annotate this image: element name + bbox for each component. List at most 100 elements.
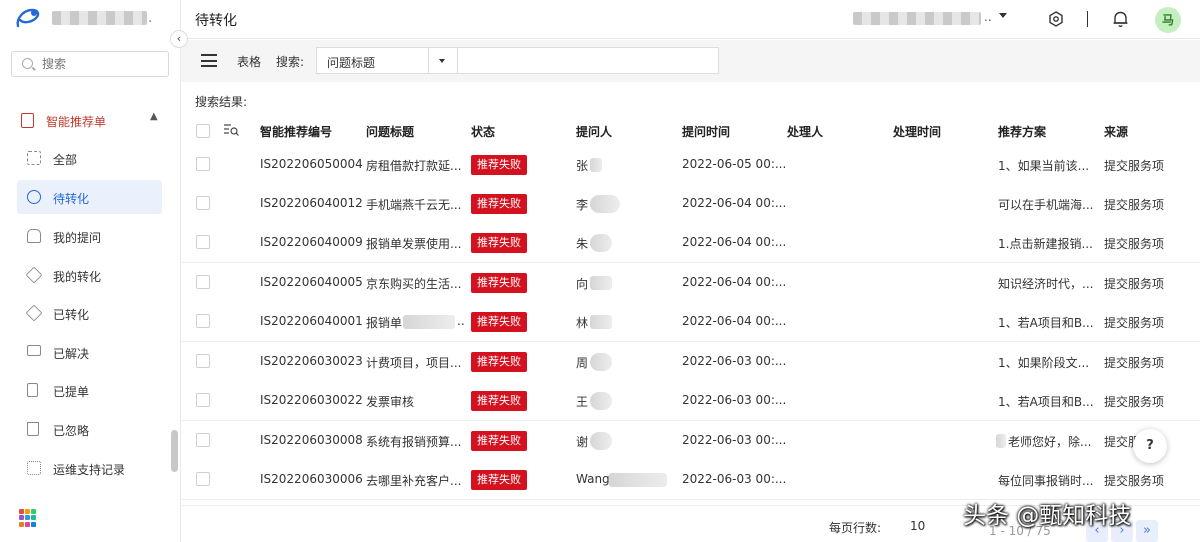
cell-title[interactable]: 去哪里补充客户... xyxy=(366,472,461,489)
sidebar-scrollbar[interactable] xyxy=(171,430,178,472)
cell-title[interactable]: 京东购买的生活... xyxy=(366,275,461,292)
sidebar-item-label: 我的提问 xyxy=(53,231,102,245)
table-row[interactable]: IS202206040009 报销单发票使用... 推荐失败 朱 2022-06… xyxy=(181,223,1200,263)
cell-ask-time: 2022-06-03 00:... xyxy=(682,393,787,407)
search-field-select[interactable]: 问题标题 xyxy=(316,47,457,74)
avatar[interactable]: 马 xyxy=(1155,7,1181,33)
apps-icon[interactable] xyxy=(19,509,37,527)
sidebar-item-label: 全部 xyxy=(53,153,78,167)
row-checkbox[interactable] xyxy=(196,393,210,407)
row-checkbox[interactable] xyxy=(196,235,210,249)
select-all-checkbox[interactable] xyxy=(196,124,210,138)
sidebar-item-ops-support[interactable]: 运维支持记录 xyxy=(17,451,162,485)
cell-asker: 谢 xyxy=(576,435,589,449)
rows-per-page-select[interactable]: 10 xyxy=(910,519,925,533)
cell-title[interactable]: 报销单 xyxy=(366,314,402,331)
cell-source: 提交服务项 xyxy=(1104,474,1165,488)
column-header-ask-time[interactable]: 提问时间 xyxy=(682,123,730,140)
column-header-source[interactable]: 来源 xyxy=(1104,123,1128,140)
status-badge: 推荐失败 xyxy=(471,155,527,175)
collapse-sidebar-button[interactable]: ‹ xyxy=(170,30,188,48)
cell-ask-time: 2022-06-03 00:... xyxy=(682,472,787,486)
column-header-id[interactable]: 智能推荐编号 xyxy=(260,123,332,140)
column-filter-icon[interactable] xyxy=(224,123,240,137)
sidebar-search-input[interactable] xyxy=(42,55,162,73)
cell-ask-time: 2022-06-04 00:... xyxy=(682,196,787,210)
row-checkbox[interactable] xyxy=(196,433,210,447)
cell-source: 提交服务项 xyxy=(1104,159,1165,173)
cell-id: IS202206030022 xyxy=(260,393,363,407)
sidebar-item-resolved[interactable]: 已解决 xyxy=(17,335,162,369)
sidebar-item-converted[interactable]: 已转化 xyxy=(17,296,162,330)
cell-id: IS202206030008 xyxy=(260,433,363,447)
cell-title[interactable]: 计费项目，项目... xyxy=(366,354,461,371)
column-header-title[interactable]: 问题标题 xyxy=(366,123,414,140)
status-badge: 推荐失败 xyxy=(471,273,527,293)
table-row[interactable]: IS202206040001 报销单 .. 推荐失败 林 2022-06-04 … xyxy=(181,302,1200,342)
table-row[interactable]: IS202206030022 发票审核 推荐失败 王 2022-06-03 00… xyxy=(181,381,1200,421)
caret-down-icon[interactable] xyxy=(439,59,445,63)
chevron-up-icon[interactable]: ▲ xyxy=(150,111,158,122)
solution-blur xyxy=(996,434,1006,448)
asker-blur xyxy=(609,473,667,487)
cell-solution: 每位同事报销时... xyxy=(998,474,1094,488)
cell-title[interactable]: 房租借款打款延... xyxy=(366,157,461,174)
cell-ask-time: 2022-06-04 00:... xyxy=(682,235,787,249)
cell-id: IS202206040005 xyxy=(260,275,363,289)
column-header-handler[interactable]: 处理人 xyxy=(787,123,823,140)
cell-source: 提交服务项 xyxy=(1104,356,1165,370)
settings-icon[interactable] xyxy=(1048,11,1064,27)
sidebar-item-pending[interactable]: 待转化 xyxy=(17,180,162,214)
cell-title[interactable]: 系统有报销预算... xyxy=(366,433,461,450)
table-row[interactable]: IS202206030006 去哪里补充客户... 推荐失败 Wang 2022… xyxy=(181,460,1200,500)
status-badge: 推荐失败 xyxy=(471,233,527,253)
last-page-button[interactable]: » xyxy=(1136,520,1158,542)
table-row[interactable]: IS202206030008 系统有报销预算... 推荐失败 谢 2022-06… xyxy=(181,421,1200,461)
row-checkbox[interactable] xyxy=(196,314,210,328)
menu-group-smart-recommend[interactable]: 智能推荐单 ▲ xyxy=(0,106,180,134)
column-header-asker[interactable]: 提问人 xyxy=(576,123,612,140)
view-mode-label[interactable]: 表格 xyxy=(237,53,261,70)
cell-asker: 王 xyxy=(576,395,589,409)
results-label: 搜索结果: xyxy=(195,95,248,109)
sidebar-item-all[interactable]: 全部 xyxy=(17,141,162,175)
toolbar: 表格 搜索: 问题标题 xyxy=(181,40,1200,82)
asker-blur xyxy=(590,195,620,213)
sidebar-item-label: 我的转化 xyxy=(53,270,102,284)
cell-title[interactable]: 发票审核 xyxy=(366,393,414,410)
cell-title[interactable]: 手机端燕千云无... xyxy=(366,196,461,213)
sidebar-item-submitted[interactable]: 已提单 xyxy=(17,373,162,407)
tenant-dropdown-text[interactable]: .. xyxy=(984,10,992,24)
row-checkbox[interactable] xyxy=(196,157,210,171)
column-header-handle-time[interactable]: 处理时间 xyxy=(893,123,941,140)
table-row[interactable]: IS202206050004 房租借款打款延... 推荐失败 张 2022-06… xyxy=(181,145,1200,185)
row-checkbox[interactable] xyxy=(196,196,210,210)
row-checkbox[interactable] xyxy=(196,354,210,368)
sidebar-search-box[interactable] xyxy=(11,51,169,77)
title-blur xyxy=(403,315,455,329)
cell-title-ellipsis: .. xyxy=(457,314,465,328)
caret-down-icon[interactable] xyxy=(999,13,1007,18)
cell-id: IS202206030006 xyxy=(260,472,363,486)
cell-title[interactable]: 报销单发票使用... xyxy=(366,235,461,252)
row-checkbox[interactable] xyxy=(196,472,210,486)
table-row[interactable]: IS202206040012 手机端燕千云无... 推荐失败 李 2022-06… xyxy=(181,184,1200,224)
cell-solution: 1.点击新建报销... xyxy=(998,237,1093,251)
menu-icon[interactable] xyxy=(201,54,217,67)
sidebar-item-my-questions[interactable]: 我的提问 xyxy=(17,219,162,253)
sidebar-item-my-conversions[interactable]: 我的转化 xyxy=(17,258,162,292)
cell-source: 提交服务项 xyxy=(1104,237,1165,251)
help-button[interactable]: ? xyxy=(1133,429,1167,463)
table-row[interactable]: IS202206030023 计费项目，项目... 推荐失败 周 2022-06… xyxy=(181,342,1200,382)
column-header-solution[interactable]: 推荐方案 xyxy=(998,123,1046,140)
bell-icon[interactable] xyxy=(1112,10,1129,28)
search-query-input[interactable] xyxy=(457,47,719,74)
sidebar-item-ignored[interactable]: 已忽略 xyxy=(17,412,162,446)
column-header-status[interactable]: 状态 xyxy=(471,123,495,140)
watermark: 头条 @甄知科技 xyxy=(963,503,1132,529)
cell-ask-time: 2022-06-03 00:... xyxy=(682,433,787,447)
logo-icon[interactable] xyxy=(14,6,42,32)
row-checkbox[interactable] xyxy=(196,275,210,289)
table-row[interactable]: IS202206040005 京东购买的生活... 推荐失败 向 2022-06… xyxy=(181,263,1200,303)
cell-asker: 朱 xyxy=(576,237,589,251)
